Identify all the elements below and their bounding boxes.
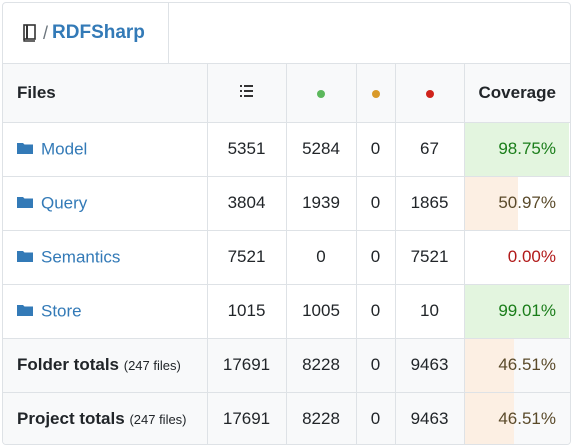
totals-label: Folder totals bbox=[17, 355, 120, 374]
coverage-column-header[interactable]: Coverage bbox=[464, 64, 570, 123]
folder-link[interactable]: Semantics bbox=[41, 247, 120, 266]
totals-row: Folder totals (247 files) 17691 8228 0 9463 4… bbox=[3, 338, 570, 393]
partial-cell: 0 bbox=[356, 230, 396, 285]
totals-label-cell: Folder totals (247 files) bbox=[3, 338, 208, 393]
header: / RDFSharp bbox=[3, 3, 570, 64]
lines-cell: 7521 bbox=[207, 230, 287, 285]
table-row: Semantics 7521 0 0 7521 0.00% bbox=[3, 230, 570, 285]
lines-cell: 5351 bbox=[207, 122, 287, 177]
coverage-cell: 98.75% bbox=[464, 122, 570, 177]
missed-dot-icon bbox=[425, 89, 434, 98]
table-row: Query 3804 1939 0 1865 50.97% bbox=[3, 176, 570, 231]
coverage-cell: 46.51% bbox=[464, 392, 570, 444]
totals-row: Project totals (247 files) 17691 8228 0 9463… bbox=[3, 392, 570, 444]
partial-dot-icon bbox=[371, 89, 380, 98]
coverage-value: 0.00% bbox=[507, 247, 556, 266]
missed-cell: 9463 bbox=[395, 338, 465, 393]
missed-cell: 9463 bbox=[395, 392, 465, 444]
coverage-value: 99.01% bbox=[498, 301, 556, 320]
folder-name-cell[interactable]: Semantics bbox=[3, 230, 208, 285]
table-row: Model 5351 5284 0 67 98.75% bbox=[3, 122, 570, 177]
coverage-cell: 0.00% bbox=[464, 230, 570, 285]
missed-cell: 1865 bbox=[395, 176, 465, 231]
missed-cell: 10 bbox=[395, 284, 465, 339]
table-row: Store 1015 1005 0 10 99.01% bbox=[3, 284, 570, 339]
covered-column-header[interactable] bbox=[286, 64, 357, 123]
folder-link[interactable]: Query bbox=[41, 193, 87, 212]
totals-label-cell: Project totals (247 files) bbox=[3, 392, 208, 444]
coverage-value: 98.75% bbox=[498, 139, 556, 158]
repo-book-icon bbox=[23, 24, 36, 42]
covered-cell: 1939 bbox=[286, 176, 357, 231]
folder-icon bbox=[17, 197, 33, 209]
partial-cell: 0 bbox=[356, 392, 396, 444]
coverage-cell: 46.51% bbox=[464, 338, 570, 393]
totals-file-count: (247 files) bbox=[129, 412, 187, 427]
folder-link[interactable]: Model bbox=[41, 139, 87, 158]
folder-icon bbox=[17, 251, 33, 263]
missed-column-header[interactable] bbox=[395, 64, 465, 123]
covered-cell: 0 bbox=[286, 230, 357, 285]
partial-cell: 0 bbox=[356, 284, 396, 339]
covered-cell: 8228 bbox=[286, 392, 357, 444]
lines-cell: 1015 bbox=[207, 284, 287, 339]
covered-cell: 8228 bbox=[286, 338, 357, 393]
coverage-panel: / RDFSharp Files Coverage Model 5351 528… bbox=[2, 2, 571, 445]
lines-cell: 3804 bbox=[207, 176, 287, 231]
coverage-value: 46.51% bbox=[498, 409, 556, 428]
table-header-row: Files Coverage bbox=[3, 64, 570, 123]
partial-cell: 0 bbox=[356, 122, 396, 177]
partial-cell: 0 bbox=[356, 338, 396, 393]
breadcrumb-separator: / bbox=[43, 22, 49, 43]
folder-name-cell[interactable]: Store bbox=[3, 284, 208, 339]
coverage-value: 46.51% bbox=[498, 355, 556, 374]
breadcrumb: / RDFSharp bbox=[3, 3, 169, 63]
missed-cell: 7521 bbox=[395, 230, 465, 285]
totals-file-count: (247 files) bbox=[123, 358, 181, 373]
files-column-header[interactable]: Files bbox=[3, 64, 208, 123]
folder-name-cell[interactable]: Model bbox=[3, 122, 208, 177]
repo-link[interactable]: RDFSharp bbox=[52, 22, 145, 44]
folder-link[interactable]: Store bbox=[41, 301, 82, 320]
partial-column-header[interactable] bbox=[356, 64, 396, 123]
folder-name-cell[interactable]: Query bbox=[3, 176, 208, 231]
folder-icon bbox=[17, 305, 33, 317]
coverage-cell: 50.97% bbox=[464, 176, 570, 231]
covered-cell: 1005 bbox=[286, 284, 357, 339]
lines-column-header[interactable] bbox=[207, 64, 287, 123]
coverage-cell: 99.01% bbox=[464, 284, 570, 339]
covered-cell: 5284 bbox=[286, 122, 357, 177]
totals-label: Project totals bbox=[17, 409, 125, 428]
lines-cell: 17691 bbox=[207, 392, 287, 444]
missed-cell: 67 bbox=[395, 122, 465, 177]
lines-cell: 17691 bbox=[207, 338, 287, 393]
lines-icon bbox=[240, 84, 253, 97]
coverage-table: Files Coverage Model 5351 5284 0 67 98.75% Que… bbox=[3, 64, 570, 444]
partial-cell: 0 bbox=[356, 176, 396, 231]
covered-dot-icon bbox=[317, 89, 325, 98]
folder-icon bbox=[17, 143, 33, 155]
coverage-value: 50.97% bbox=[498, 193, 556, 212]
